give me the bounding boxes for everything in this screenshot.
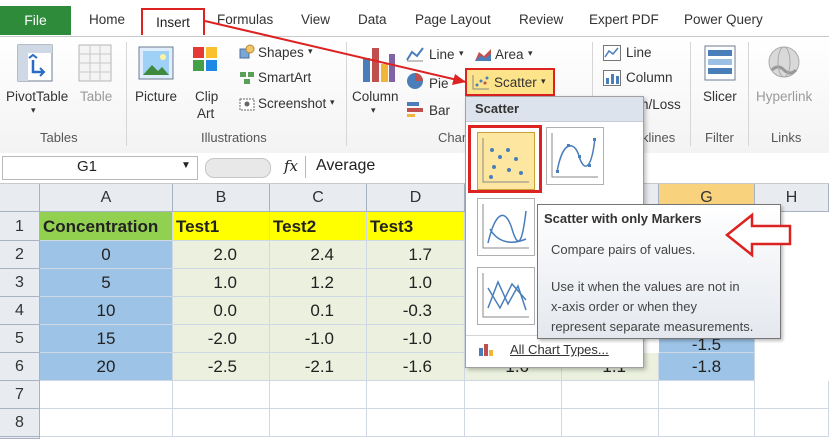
column-header-b[interactable]: B (173, 184, 270, 212)
cell-e8[interactable] (465, 409, 562, 437)
cell-d2[interactable]: 1.7 (367, 241, 465, 269)
scatter-smooth-lines-icon (482, 204, 529, 249)
select-all-corner[interactable] (0, 184, 40, 212)
scatter-markers-icon (482, 138, 529, 183)
cell-c6[interactable]: -2.1 (270, 353, 367, 381)
row-header-5[interactable]: 5 (0, 325, 40, 353)
cell-a3[interactable]: 5 (40, 269, 173, 297)
scatter-smooth-lines-markers-option[interactable] (546, 127, 604, 185)
formula-bar-resize-handle[interactable] (205, 158, 271, 178)
annotation-left-arrow (724, 212, 792, 258)
scatter-smooth-markers-icon (551, 133, 598, 178)
insert-function-button[interactable]: fx (284, 157, 298, 175)
cell-b1[interactable]: Test1 (173, 212, 270, 241)
cell-a8[interactable] (40, 409, 173, 437)
row-header-1[interactable]: 1 (0, 212, 40, 241)
row-header-8[interactable]: 8 (0, 409, 40, 437)
tooltip-line-4: represent separate measurements. (551, 319, 754, 334)
cell-c5[interactable]: -1.0 (270, 325, 367, 353)
cell-h8[interactable] (755, 409, 829, 437)
cell-c1[interactable]: Test2 (270, 212, 367, 241)
cell-a7[interactable] (40, 381, 173, 409)
cell-g7[interactable] (659, 381, 755, 409)
row-header-7[interactable]: 7 (0, 381, 40, 409)
cell-d7[interactable] (367, 381, 465, 409)
cell-c8[interactable] (270, 409, 367, 437)
cell-d3[interactable]: 1.0 (367, 269, 465, 297)
cell-b8[interactable] (173, 409, 270, 437)
cell-g8[interactable] (659, 409, 755, 437)
cell-b4[interactable]: 0.0 (173, 297, 270, 325)
dropdown-title: Scatter (475, 101, 520, 116)
row-header-6[interactable]: 6 (0, 353, 40, 381)
cell-d1[interactable]: Test3 (367, 212, 465, 241)
all-chart-types-icon (478, 341, 496, 360)
name-box[interactable]: G1 ▼ (2, 156, 198, 180)
cell-d4[interactable]: -0.3 (367, 297, 465, 325)
cell-c7[interactable] (270, 381, 367, 409)
row-header-3[interactable]: 3 (0, 269, 40, 297)
cell-a2[interactable]: 0 (40, 241, 173, 269)
scatter-smooth-lines-option[interactable] (477, 198, 535, 256)
scatter-only-markers-tile (477, 132, 535, 190)
name-box-value: G1 (77, 158, 98, 175)
cell-c2[interactable]: 2.4 (270, 241, 367, 269)
formula-content: Average (316, 157, 376, 174)
cell-d6[interactable]: -1.6 (367, 353, 465, 381)
cell-a4[interactable]: 10 (40, 297, 173, 325)
cell-a1[interactable]: Concentration (40, 212, 173, 241)
cell-d5[interactable]: -1.0 (367, 325, 465, 353)
cell-c4[interactable]: 0.1 (270, 297, 367, 325)
tooltip-title: Scatter with only Markers (544, 211, 702, 226)
cell-a5[interactable]: 15 (40, 325, 173, 353)
cell-b7[interactable] (173, 381, 270, 409)
scatter-straight-lines-option[interactable] (477, 267, 535, 325)
scatter-only-markers-option[interactable] (468, 125, 542, 193)
cell-d8[interactable] (367, 409, 465, 437)
cell-f7[interactable] (562, 381, 659, 409)
cell-a6[interactable]: 20 (40, 353, 173, 381)
cell-g6[interactable]: -1.8 (659, 353, 755, 381)
row-header-4[interactable]: 4 (0, 297, 40, 325)
cell-c3[interactable]: 1.2 (270, 269, 367, 297)
all-chart-types-link[interactable]: All Chart Types... (510, 342, 609, 357)
column-header-a[interactable]: A (40, 184, 173, 212)
cell-b6[interactable]: -2.5 (173, 353, 270, 381)
tooltip-line-1: Compare pairs of values. (551, 242, 696, 257)
scatter-straight-lines-icon (482, 273, 529, 318)
tooltip-line-2: Use it when the values are not in (551, 279, 740, 294)
chevron-down-icon[interactable]: ▼ (181, 160, 191, 171)
cell-e7[interactable] (465, 381, 562, 409)
column-header-c[interactable]: C (270, 184, 367, 212)
cell-b5[interactable]: -2.0 (173, 325, 270, 353)
cell-b3[interactable]: 1.0 (173, 269, 270, 297)
column-header-d[interactable]: D (367, 184, 465, 212)
cell-h7[interactable] (755, 381, 829, 409)
cell-b2[interactable]: 2.0 (173, 241, 270, 269)
row-header-2[interactable]: 2 (0, 241, 40, 269)
tooltip-line-3: x-axis order or when they (551, 299, 697, 314)
cell-f8[interactable] (562, 409, 659, 437)
